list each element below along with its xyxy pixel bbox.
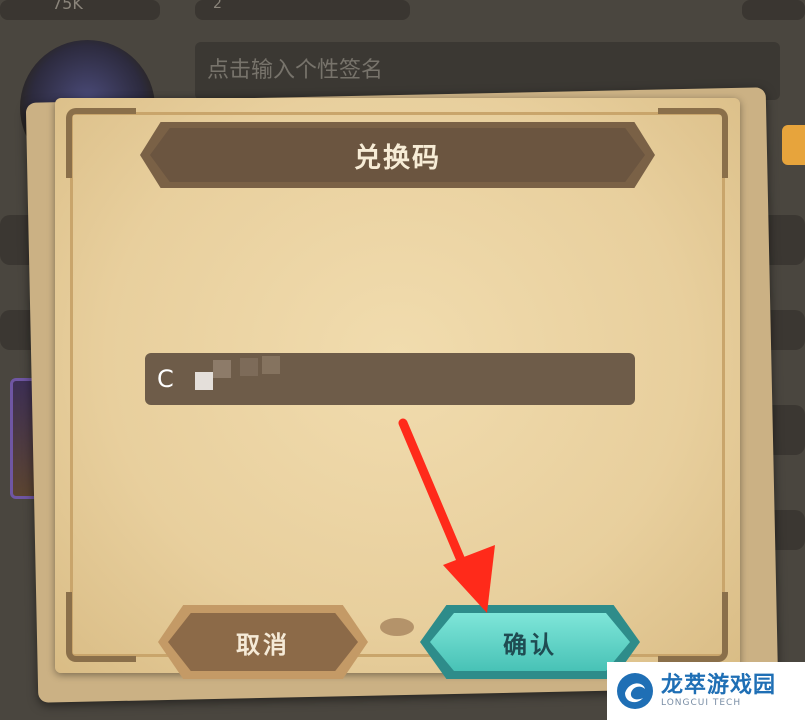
mosaic-blur bbox=[240, 358, 258, 376]
corner-ornament-icon bbox=[66, 108, 136, 178]
corner-ornament-icon bbox=[66, 592, 136, 662]
dragon-logo-icon bbox=[617, 673, 653, 709]
mosaic-blur bbox=[262, 356, 280, 374]
watermark-name: 龙萃游戏园 bbox=[661, 673, 777, 698]
red-arrow-icon bbox=[398, 418, 495, 613]
dialog-title: 兑换码 bbox=[150, 128, 645, 182]
mosaic-blur bbox=[195, 372, 213, 390]
cancel-button[interactable]: 取消 bbox=[168, 613, 358, 671]
level-badge: 2 bbox=[195, 0, 410, 20]
code-input-value: C bbox=[157, 365, 174, 393]
mosaic-blur bbox=[213, 360, 231, 378]
confirm-button[interactable]: 确认 bbox=[430, 613, 630, 671]
watermark: 龙萃游戏园 LONGCUI TECH bbox=[607, 662, 805, 720]
knot-ornament-icon bbox=[380, 618, 414, 636]
watermark-sub: LONGCUI TECH bbox=[661, 698, 742, 708]
corner-ornament-icon bbox=[658, 108, 728, 178]
corner-ornament-icon bbox=[658, 592, 728, 662]
level-value: 2 bbox=[213, 0, 222, 12]
coin-counter: 75K bbox=[0, 0, 160, 20]
coin-value: 75K bbox=[52, 0, 83, 13]
top-right-chip bbox=[742, 0, 805, 20]
orange-badge-icon[interactable] bbox=[782, 125, 805, 165]
